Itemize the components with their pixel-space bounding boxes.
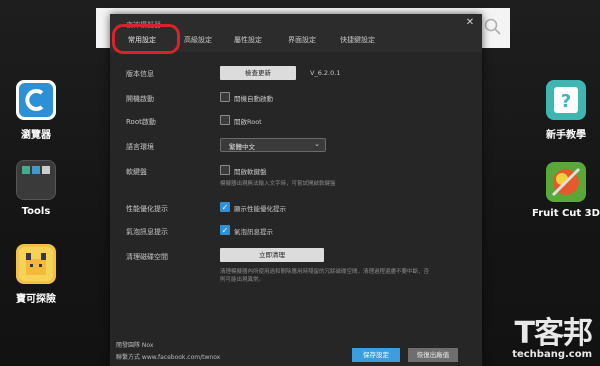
language-select-value: 繁體中文	[229, 143, 255, 151]
root-label: Root啟動	[126, 118, 156, 126]
desktop-icon-fruit-cut[interactable]: Fruit Cut 3D	[531, 162, 600, 219]
language-label: 語言環境	[126, 143, 154, 151]
bubble-hint-label: 氣泡訊息提示	[126, 228, 168, 236]
contact-info: 聯繫方式 www.facebook.com/twnox	[116, 354, 221, 361]
factory-reset-button[interactable]: 恢復出廠值	[408, 348, 458, 362]
tools-folder-icon	[16, 160, 56, 200]
save-settings-button[interactable]: 保存設定	[352, 348, 400, 362]
watermark-site: techbang.com	[512, 349, 592, 360]
perf-hint-checkbox-label: 顯示性能優化提示	[234, 205, 286, 213]
autostart-checkbox-label: 開機自動啟動	[234, 95, 273, 103]
pokemon-quest-icon	[16, 244, 56, 284]
desktop-icon-label: Tools	[21, 206, 51, 217]
language-select[interactable]: 繁體中文 ⌄	[220, 138, 326, 152]
root-checkbox-label: 開啟Root	[234, 118, 262, 126]
desktop-icon-tutorial[interactable]: ? 新手教學	[531, 80, 600, 141]
check-update-button[interactable]: 檢查更新	[220, 66, 296, 80]
desktop-icon-label: 寶可探險	[16, 294, 56, 305]
cleanup-hint-line: 則可能出現異常。	[220, 277, 265, 283]
tab-interface-settings[interactable]: 界面設定	[288, 34, 316, 46]
root-checkbox[interactable]	[220, 115, 230, 125]
bubble-hint-checkbox-label: 氣泡訊息提示	[234, 228, 273, 236]
soft-keyboard-checkbox[interactable]	[220, 165, 230, 175]
chevron-down-icon: ⌄	[314, 140, 320, 148]
cleanup-label: 清理磁碟空間	[126, 253, 168, 261]
tab-shortcut-settings[interactable]: 快捷鍵設定	[340, 34, 375, 46]
settings-dialog: 夜神模擬器 ✕ 常用設定 高級設定 屬性設定 界面設定 快捷鍵設定 版本信息 檢…	[110, 14, 482, 366]
close-icon[interactable]: ✕	[464, 16, 476, 30]
svg-text:?: ?	[561, 91, 571, 112]
cleanup-hint: 清理模擬器內所使用過和刪除應用時殘留的冗餘磁碟空間，清理過程還盡不要中斷，否 則…	[220, 268, 470, 284]
autostart-checkbox[interactable]	[220, 92, 230, 102]
developer-info: 閱發園隊 Nox	[116, 342, 154, 349]
desktop-icon-label: 瀏覽器	[21, 130, 51, 141]
cleanup-hint-line: 清理模擬器內所使用過和刪除應用時殘留的冗餘磁碟空間，清理過程還盡不要中斷，否	[220, 269, 430, 275]
perf-hint-label: 性能優化提示	[126, 205, 168, 213]
techbang-watermark: T客邦 techbang.com	[512, 316, 593, 361]
tab-advanced-settings[interactable]: 高級設定	[184, 34, 212, 46]
desktop-icon-pokemon-quest[interactable]: 寶可探險	[1, 244, 71, 305]
desktop-icon-tools[interactable]: Tools	[1, 160, 71, 217]
tutorial-icon: ?	[546, 80, 586, 120]
dialog-header: 夜神模擬器 ✕ 常用設定 高級設定 屬性設定 界面設定 快捷鍵設定	[110, 14, 482, 54]
desktop-icon-label: 新手教學	[546, 130, 586, 141]
bubble-hint-checkbox[interactable]: ✓	[220, 225, 230, 235]
version-value: V_6.2.0.1	[310, 69, 341, 77]
soft-keyboard-hint: 模擬器出現無法輸入文字時，可嘗試開啟軟鍵盤	[220, 181, 336, 187]
tab-general-settings[interactable]: 常用設定	[128, 34, 156, 46]
version-label: 版本信息	[126, 70, 154, 78]
soft-keyboard-label: 軟鍵盤	[126, 168, 147, 176]
desktop-icon-label: Fruit Cut 3D	[532, 208, 600, 219]
fruit-cut-icon	[546, 162, 586, 202]
soft-keyboard-checkbox-label: 開啟軟鍵盤	[234, 168, 267, 176]
perf-hint-checkbox[interactable]: ✓	[220, 202, 230, 212]
watermark-logo: T客邦	[514, 316, 593, 351]
browser-icon	[16, 80, 56, 120]
clean-now-button[interactable]: 立即清理	[220, 248, 324, 262]
tab-property-settings[interactable]: 屬性設定	[234, 34, 262, 46]
tab-bar: 常用設定 高級設定 屬性設定 界面設定 快捷鍵設定	[110, 24, 482, 54]
search-icon[interactable]	[484, 18, 502, 36]
autostart-label: 開機啟動	[126, 95, 154, 103]
desktop-icon-browser[interactable]: 瀏覽器	[1, 80, 71, 141]
